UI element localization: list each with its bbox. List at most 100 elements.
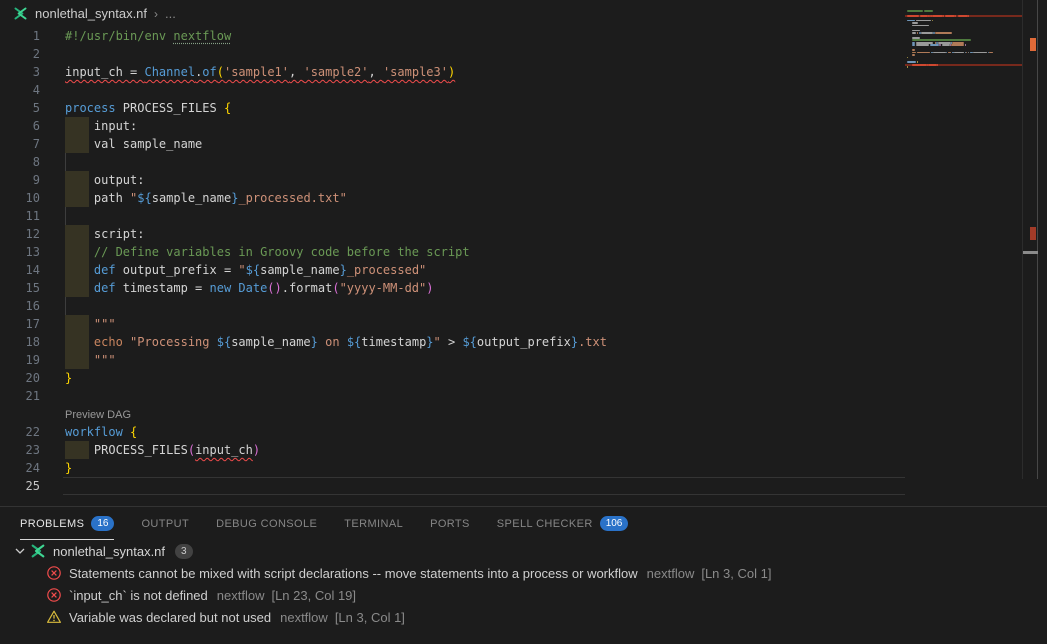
nextflow-file-icon — [13, 6, 28, 21]
problems-file-group[interactable]: nonlethal_syntax.nf 3 — [0, 540, 1047, 562]
overview-ruler[interactable] — [1022, 0, 1047, 479]
line-number[interactable]: 5 — [0, 99, 40, 117]
line-number[interactable]: 23 — [0, 441, 40, 459]
line-number[interactable]: 21 — [0, 387, 40, 405]
panel-tab-spell-checker[interactable]: SPELL CHECKER106 — [497, 507, 629, 540]
code-line[interactable]: 7 val sample_name — [0, 135, 1047, 153]
code-line[interactable]: 25 — [0, 477, 1047, 495]
code-token: { — [224, 101, 231, 115]
panel-tab-badge: 106 — [600, 516, 629, 531]
line-number[interactable]: 12 — [0, 225, 40, 243]
line-number[interactable]: 16 — [0, 297, 40, 315]
code-token: output_prefix = — [116, 263, 239, 277]
panel-tab-problems[interactable]: PROBLEMS16 — [20, 507, 114, 540]
code-line[interactable]: 6 input: — [0, 117, 1047, 135]
breadcrumb-ellipsis[interactable]: ... — [165, 6, 176, 21]
code-line[interactable]: 14 def output_prefix = "${sample_name}_p… — [0, 261, 1047, 279]
line-number[interactable]: 24 — [0, 459, 40, 477]
minimap-line — [920, 15, 928, 17]
ruler-problem-mark — [1030, 38, 1036, 51]
minimap-line — [968, 15, 969, 17]
line-number[interactable]: 18 — [0, 333, 40, 351]
code-line[interactable]: 4 — [0, 81, 1047, 99]
code-token: 'sample2' — [303, 65, 368, 79]
code-text: } — [65, 369, 72, 387]
editor-pane[interactable]: 1#!/usr/bin/env nextflow23input_ch = Cha… — [0, 27, 1047, 506]
code-token: sample_name — [260, 263, 339, 277]
line-number[interactable]: 15 — [0, 279, 40, 297]
code-line[interactable]: 9 output: — [0, 171, 1047, 189]
line-number[interactable]: 22 — [0, 423, 40, 441]
line-number[interactable]: 20 — [0, 369, 40, 387]
line-number[interactable]: 19 — [0, 351, 40, 369]
indent-guide — [65, 297, 66, 315]
line-content: path "${sample_name}_processed.txt" — [63, 189, 905, 207]
line-number[interactable]: 8 — [0, 153, 40, 171]
code-line[interactable]: 10 path "${sample_name}_processed.txt" — [0, 189, 1047, 207]
code-line[interactable]: 1#!/usr/bin/env nextflow — [0, 27, 1047, 45]
line-number[interactable]: 4 — [0, 81, 40, 99]
code-line[interactable]: 19 """ — [0, 351, 1047, 369]
code-line[interactable]: 22workflow { — [0, 423, 1047, 441]
line-number[interactable]: 17 — [0, 315, 40, 333]
line-number[interactable]: 3 — [0, 63, 40, 81]
line-number[interactable]: 10 — [0, 189, 40, 207]
code-token: sample_name — [152, 191, 231, 205]
code-line[interactable]: 17 """ — [0, 315, 1047, 333]
minimap-line — [912, 49, 915, 51]
code-line[interactable]: 8 — [0, 153, 1047, 171]
code-token: ) — [426, 281, 433, 295]
code-text: script: — [65, 225, 144, 243]
minimap-line — [907, 10, 923, 12]
code-token: process — [65, 101, 116, 115]
code-token: input_ch = — [65, 65, 144, 79]
problem-position: [Ln 23, Col 19] — [271, 588, 356, 603]
code-token: def — [65, 263, 116, 277]
minimap-line — [943, 15, 944, 17]
code-line[interactable]: 24} — [0, 459, 1047, 477]
code-token: PROCESS_FILES — [116, 101, 224, 115]
codelens-row[interactable]: Preview DAG — [0, 405, 1047, 423]
line-number[interactable]: 2 — [0, 45, 40, 63]
line-number[interactable]: 14 — [0, 261, 40, 279]
code-line[interactable]: 11 — [0, 207, 1047, 225]
code-text: path "${sample_name}_processed.txt" — [65, 189, 347, 207]
code-line[interactable]: 16 — [0, 297, 1047, 315]
code-line[interactable]: 20} — [0, 369, 1047, 387]
problem-source: nextflow — [217, 588, 265, 603]
problem-row-error[interactable]: `input_ch` is not definednextflow[Ln 23,… — [0, 584, 1047, 606]
line-number[interactable]: 25 — [0, 477, 40, 495]
panel-tab-ports[interactable]: PORTS — [430, 507, 470, 540]
minimap[interactable] — [905, 10, 1022, 74]
code-token: ${ — [462, 335, 476, 349]
panel-tab-debug-console[interactable]: DEBUG CONSOLE — [216, 507, 317, 540]
code-line[interactable]: 21 — [0, 387, 1047, 405]
line-number[interactable]: 7 — [0, 135, 40, 153]
code-line[interactable]: 15 def timestamp = new Date().format("yy… — [0, 279, 1047, 297]
panel-tab-output[interactable]: OUTPUT — [141, 507, 189, 540]
code-line[interactable]: 5 process PROCESS_FILES { — [0, 99, 1047, 117]
codelens-preview-dag[interactable]: Preview DAG — [65, 406, 131, 424]
code-line[interactable]: 12 script: — [0, 225, 1047, 243]
line-content — [63, 45, 905, 63]
code-line[interactable]: 23 PROCESS_FILES(input_ch) — [0, 441, 1047, 459]
code-line[interactable]: 3input_ch = Channel.of('sample1', 'sampl… — [0, 63, 1047, 81]
problem-row-error[interactable]: Statements cannot be mixed with script d… — [0, 562, 1047, 584]
code-token: workflow — [65, 425, 130, 439]
line-number[interactable]: 1 — [0, 27, 40, 45]
chevron-down-icon[interactable] — [12, 543, 28, 559]
panel-tab-terminal[interactable]: TERMINAL — [344, 507, 403, 540]
problem-row-warning[interactable]: Variable was declared but not usednextfl… — [0, 606, 1047, 628]
breadcrumb-file[interactable]: nonlethal_syntax.nf — [35, 6, 147, 21]
code-token: input: — [65, 119, 137, 133]
line-number[interactable]: 6 — [0, 117, 40, 135]
code-token: " — [238, 263, 245, 277]
line-number[interactable]: 13 — [0, 243, 40, 261]
minimap-line — [952, 42, 965, 44]
line-number[interactable]: 11 — [0, 207, 40, 225]
code-token: } — [311, 335, 318, 349]
code-line[interactable]: 13 // Define variables in Groovy code be… — [0, 243, 1047, 261]
code-line[interactable]: 18 echo "Processing ${sample_name} on ${… — [0, 333, 1047, 351]
line-number[interactable]: 9 — [0, 171, 40, 189]
code-line[interactable]: 2 — [0, 45, 1047, 63]
